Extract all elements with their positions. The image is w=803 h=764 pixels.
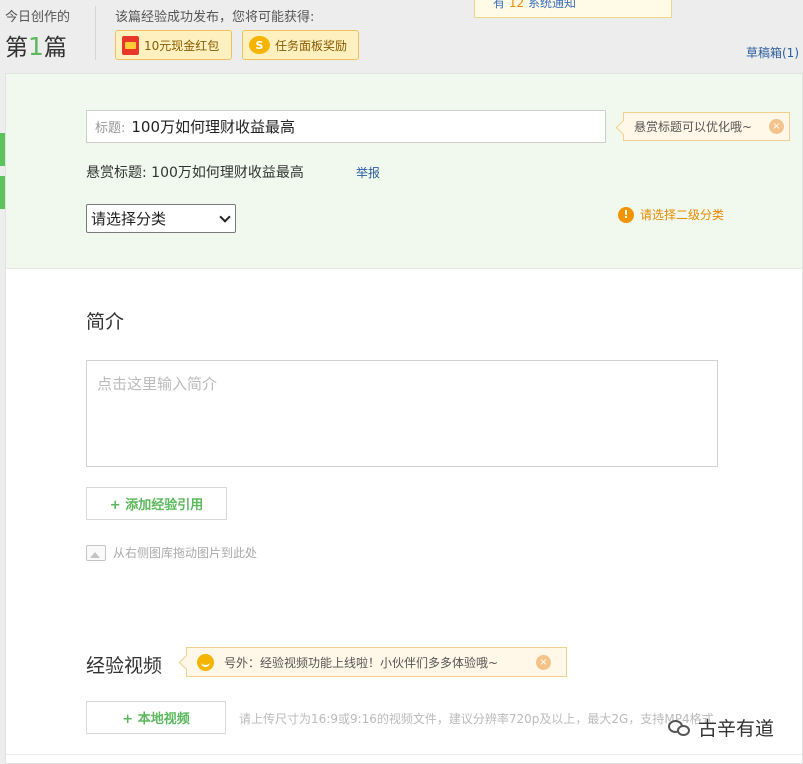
image-icon	[86, 544, 106, 561]
report-link[interactable]: 举报	[356, 164, 380, 181]
watermark-text: 古辛有道	[698, 718, 775, 740]
video-tip: 号外：经验视频功能上线啦！小伙伴们多多体验哦~ ×	[186, 647, 567, 677]
notice-text: 系统通知	[527, 0, 576, 10]
header-divider	[95, 6, 96, 60]
intro-textarea[interactable]: 点击这里输入简介	[86, 360, 718, 467]
smile-icon	[197, 653, 214, 671]
today-count-prefix: 第	[5, 35, 28, 61]
warning-icon: !	[618, 206, 634, 223]
drafts-link[interactable]: 草稿箱(1)	[746, 44, 799, 61]
close-icon[interactable]: ×	[536, 655, 551, 670]
title-input-label: 标题:	[95, 121, 126, 136]
wechat-icon	[668, 718, 692, 738]
intro-heading: 简介	[86, 311, 125, 333]
task-reward-button[interactable]: S 任务面板奖励	[242, 30, 359, 60]
reward-label: 该篇经验成功发布，您将可能获得:	[115, 10, 315, 25]
cash-reward-label: 10元现金红包	[144, 38, 220, 53]
watermark: 古辛有道	[668, 714, 774, 741]
local-video-button[interactable]: + 本地视频	[86, 701, 226, 734]
video-tip-text: 号外：经验视频功能上线啦！小伙伴们多多体验哦~	[224, 655, 499, 670]
top-header: 今日创作的 第1篇 该篇经验成功发布，您将可能获得: 10元现金红包 S 任务面…	[0, 0, 803, 73]
title-tip-text: 悬赏标题可以优化哦~	[634, 120, 753, 134]
category-select[interactable]: 请选择分类	[86, 204, 236, 233]
video-heading: 经验视频	[86, 655, 163, 677]
today-created-label: 今日创作的	[5, 10, 71, 25]
title-section: 标题: 100万如何理财收益最高 悬赏标题可以优化哦~ × 悬赏标题: 100万…	[6, 74, 802, 269]
video-upload-hint: 请上传尺寸为16:9或9:16的视频文件，建议分辨率720p及以上，最大2G，支…	[239, 712, 714, 726]
card-divider	[6, 754, 802, 755]
today-created-count: 第1篇	[5, 28, 67, 62]
today-count-suffix: 篇	[43, 35, 67, 61]
image-drag-hint-text: 从右侧图库拖动图片到此处	[113, 546, 258, 560]
reward-title-label: 悬赏标题:	[86, 165, 147, 181]
notice-prefix: 有	[493, 0, 506, 10]
editor-card: 标题: 100万如何理财收益最高 悬赏标题可以优化哦~ × 悬赏标题: 100万…	[5, 73, 803, 764]
close-icon[interactable]: ×	[769, 119, 784, 134]
reward-title-value: 100万如何理财收益最高	[151, 165, 304, 181]
red-envelope-icon	[122, 35, 139, 55]
title-input[interactable]: 标题: 100万如何理财收益最高	[86, 110, 606, 143]
notice-count: 12	[508, 0, 525, 10]
task-reward-label: 任务面板奖励	[275, 38, 348, 53]
notification-popup[interactable]: 有 12 系统通知	[474, 0, 672, 18]
category-warning: ! 请选择二级分类	[618, 206, 724, 223]
add-reference-button[interactable]: + 添加经验引用	[86, 487, 227, 520]
category-selected-value: 请选择分类	[91, 210, 167, 228]
reward-title-line: 悬赏标题: 100万如何理财收益最高	[86, 162, 304, 182]
today-count-number: 1	[28, 32, 44, 61]
chevron-down-icon	[219, 211, 231, 223]
image-drag-hint: 从右侧图库拖动图片到此处	[86, 544, 257, 561]
coin-icon: S	[249, 36, 270, 54]
category-warning-text: 请选择二级分类	[640, 208, 725, 222]
title-input-value: 100万如何理财收益最高	[131, 118, 296, 136]
cash-reward-button[interactable]: 10元现金红包	[115, 30, 232, 60]
title-tip: 悬赏标题可以优化哦~ ×	[623, 112, 790, 141]
